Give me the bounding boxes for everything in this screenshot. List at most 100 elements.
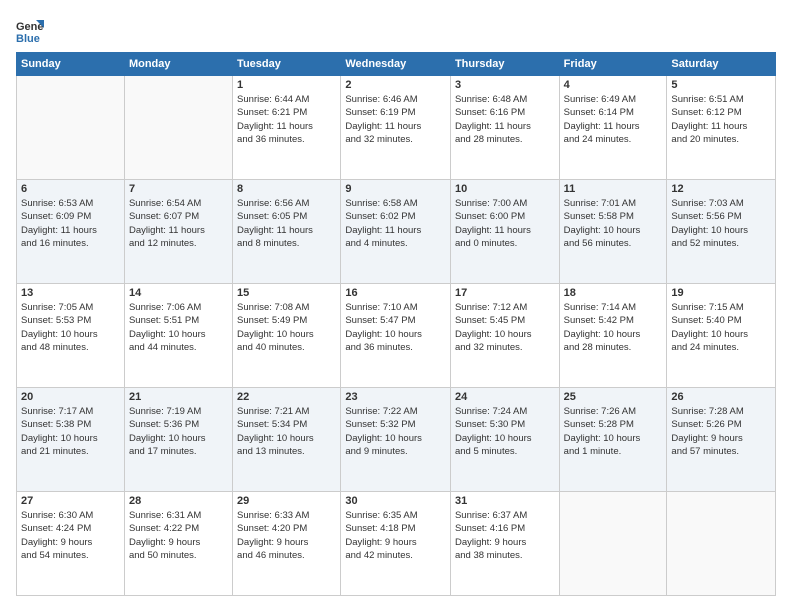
day-info: Sunrise: 6:37 AM Sunset: 4:16 PM Dayligh…	[455, 509, 555, 562]
day-info: Sunrise: 6:30 AM Sunset: 4:24 PM Dayligh…	[21, 509, 120, 562]
calendar-cell: 8 Sunrise: 6:56 AM Sunset: 6:05 PM Daylig…	[233, 180, 341, 284]
calendar-cell: 16 Sunrise: 7:10 AM Sunset: 5:47 PM Dayli…	[341, 284, 451, 388]
day-number: 26	[671, 391, 771, 403]
logo-icon: General Blue	[16, 16, 44, 44]
weekday-header-saturday: Saturday	[667, 53, 776, 76]
weekday-header-wednesday: Wednesday	[341, 53, 451, 76]
day-number: 28	[129, 495, 228, 507]
day-info: Sunrise: 7:01 AM Sunset: 5:58 PM Dayligh…	[564, 197, 663, 250]
weekday-header-row: SundayMondayTuesdayWednesdayThursdayFrid…	[17, 53, 776, 76]
day-info: Sunrise: 7:00 AM Sunset: 6:00 PM Dayligh…	[455, 197, 555, 250]
calendar-cell: 18 Sunrise: 7:14 AM Sunset: 5:42 PM Dayli…	[559, 284, 667, 388]
calendar-cell: 19 Sunrise: 7:15 AM Sunset: 5:40 PM Dayli…	[667, 284, 776, 388]
calendar-cell: 26 Sunrise: 7:28 AM Sunset: 5:26 PM Dayli…	[667, 388, 776, 492]
calendar-cell: 5 Sunrise: 6:51 AM Sunset: 6:12 PM Daylig…	[667, 76, 776, 180]
day-info: Sunrise: 6:51 AM Sunset: 6:12 PM Dayligh…	[671, 93, 771, 146]
weekday-header-friday: Friday	[559, 53, 667, 76]
day-info: Sunrise: 6:58 AM Sunset: 6:02 PM Dayligh…	[345, 197, 446, 250]
day-number: 16	[345, 287, 446, 299]
day-number: 9	[345, 183, 446, 195]
day-number: 15	[237, 287, 336, 299]
calendar-cell	[667, 492, 776, 596]
day-info: Sunrise: 7:21 AM Sunset: 5:34 PM Dayligh…	[237, 405, 336, 458]
week-row-5: 27Sunrise: 6:30 AM Sunset: 4:24 PM Dayli…	[17, 492, 776, 596]
day-info: Sunrise: 7:19 AM Sunset: 5:36 PM Dayligh…	[129, 405, 228, 458]
day-info: Sunrise: 7:08 AM Sunset: 5:49 PM Dayligh…	[237, 301, 336, 354]
day-info: Sunrise: 7:24 AM Sunset: 5:30 PM Dayligh…	[455, 405, 555, 458]
calendar-cell	[124, 76, 232, 180]
day-number: 13	[21, 287, 120, 299]
day-number: 19	[671, 287, 771, 299]
weekday-header-monday: Monday	[124, 53, 232, 76]
calendar-cell: 20Sunrise: 7:17 AM Sunset: 5:38 PM Dayli…	[17, 388, 125, 492]
calendar-cell: 12 Sunrise: 7:03 AM Sunset: 5:56 PM Dayli…	[667, 180, 776, 284]
calendar-cell	[559, 492, 667, 596]
day-number: 17	[455, 287, 555, 299]
day-info: Sunrise: 6:54 AM Sunset: 6:07 PM Dayligh…	[129, 197, 228, 250]
calendar-cell: 29Sunrise: 6:33 AM Sunset: 4:20 PM Dayli…	[233, 492, 341, 596]
calendar-cell: 31 Sunrise: 6:37 AM Sunset: 4:16 PM Dayli…	[450, 492, 559, 596]
calendar-table: SundayMondayTuesdayWednesdayThursdayFrid…	[16, 52, 776, 596]
weekday-header-tuesday: Tuesday	[233, 53, 341, 76]
calendar-cell: 6Sunrise: 6:53 AM Sunset: 6:09 PM Daylig…	[17, 180, 125, 284]
day-number: 21	[129, 391, 228, 403]
day-info: Sunrise: 7:03 AM Sunset: 5:56 PM Dayligh…	[671, 197, 771, 250]
calendar-cell	[17, 76, 125, 180]
day-number: 22	[237, 391, 336, 403]
calendar-cell: 15 Sunrise: 7:08 AM Sunset: 5:49 PM Dayli…	[233, 284, 341, 388]
calendar-cell: 24 Sunrise: 7:24 AM Sunset: 5:30 PM Dayli…	[450, 388, 559, 492]
day-info: Sunrise: 7:06 AM Sunset: 5:51 PM Dayligh…	[129, 301, 228, 354]
day-number: 31	[455, 495, 555, 507]
calendar-cell: 21 Sunrise: 7:19 AM Sunset: 5:36 PM Dayli…	[124, 388, 232, 492]
calendar-cell: 13 Sunrise: 7:05 AM Sunset: 5:53 PM Dayli…	[17, 284, 125, 388]
day-number: 8	[237, 183, 336, 195]
calendar-cell: 30 Sunrise: 6:35 AM Sunset: 4:18 PM Dayli…	[341, 492, 451, 596]
calendar-cell: 27Sunrise: 6:30 AM Sunset: 4:24 PM Dayli…	[17, 492, 125, 596]
day-info: Sunrise: 6:44 AM Sunset: 6:21 PM Dayligh…	[237, 93, 336, 146]
day-info: Sunrise: 7:15 AM Sunset: 5:40 PM Dayligh…	[671, 301, 771, 354]
calendar-cell: 14 Sunrise: 7:06 AM Sunset: 5:51 PM Dayli…	[124, 284, 232, 388]
day-number: 14	[129, 287, 228, 299]
day-info: Sunrise: 6:46 AM Sunset: 6:19 PM Dayligh…	[345, 93, 446, 146]
day-number: 11	[564, 183, 663, 195]
day-number: 4	[564, 79, 663, 91]
day-number: 23	[345, 391, 446, 403]
day-number: 18	[564, 287, 663, 299]
day-number: 10	[455, 183, 555, 195]
weekday-header-sunday: Sunday	[17, 53, 125, 76]
day-info: Sunrise: 7:28 AM Sunset: 5:26 PM Dayligh…	[671, 405, 771, 458]
calendar-cell: 10 Sunrise: 7:00 AM Sunset: 6:00 PM Dayli…	[450, 180, 559, 284]
logo: General Blue	[16, 16, 48, 44]
svg-text:Blue: Blue	[16, 33, 40, 44]
calendar-cell: 11 Sunrise: 7:01 AM Sunset: 5:58 PM Dayli…	[559, 180, 667, 284]
day-number: 7	[129, 183, 228, 195]
calendar-cell: 3 Sunrise: 6:48 AM Sunset: 6:16 PM Daylig…	[450, 76, 559, 180]
day-info: Sunrise: 7:14 AM Sunset: 5:42 PM Dayligh…	[564, 301, 663, 354]
calendar-cell: 2Sunrise: 6:46 AM Sunset: 6:19 PM Daylig…	[341, 76, 451, 180]
calendar-cell: 1 Sunrise: 6:44 AM Sunset: 6:21 PM Daylig…	[233, 76, 341, 180]
day-info: Sunrise: 6:56 AM Sunset: 6:05 PM Dayligh…	[237, 197, 336, 250]
day-info: Sunrise: 7:26 AM Sunset: 5:28 PM Dayligh…	[564, 405, 663, 458]
day-number: 5	[671, 79, 771, 91]
day-info: Sunrise: 6:48 AM Sunset: 6:16 PM Dayligh…	[455, 93, 555, 146]
day-info: Sunrise: 6:35 AM Sunset: 4:18 PM Dayligh…	[345, 509, 446, 562]
day-number: 12	[671, 183, 771, 195]
day-number: 24	[455, 391, 555, 403]
weekday-header-thursday: Thursday	[450, 53, 559, 76]
day-number: 6	[21, 183, 120, 195]
calendar-cell: 28Sunrise: 6:31 AM Sunset: 4:22 PM Dayli…	[124, 492, 232, 596]
day-info: Sunrise: 7:10 AM Sunset: 5:47 PM Dayligh…	[345, 301, 446, 354]
day-number: 29	[237, 495, 336, 507]
calendar-cell: 17Sunrise: 7:12 AM Sunset: 5:45 PM Dayli…	[450, 284, 559, 388]
day-number: 1	[237, 79, 336, 91]
calendar-cell: 4 Sunrise: 6:49 AM Sunset: 6:14 PM Daylig…	[559, 76, 667, 180]
week-row-4: 20Sunrise: 7:17 AM Sunset: 5:38 PM Dayli…	[17, 388, 776, 492]
day-info: Sunrise: 7:05 AM Sunset: 5:53 PM Dayligh…	[21, 301, 120, 354]
calendar-cell: 22 Sunrise: 7:21 AM Sunset: 5:34 PM Dayli…	[233, 388, 341, 492]
day-number: 30	[345, 495, 446, 507]
calendar-cell: 23Sunrise: 7:22 AM Sunset: 5:32 PM Dayli…	[341, 388, 451, 492]
calendar-cell: 9 Sunrise: 6:58 AM Sunset: 6:02 PM Daylig…	[341, 180, 451, 284]
day-number: 25	[564, 391, 663, 403]
day-number: 3	[455, 79, 555, 91]
day-info: Sunrise: 6:49 AM Sunset: 6:14 PM Dayligh…	[564, 93, 663, 146]
